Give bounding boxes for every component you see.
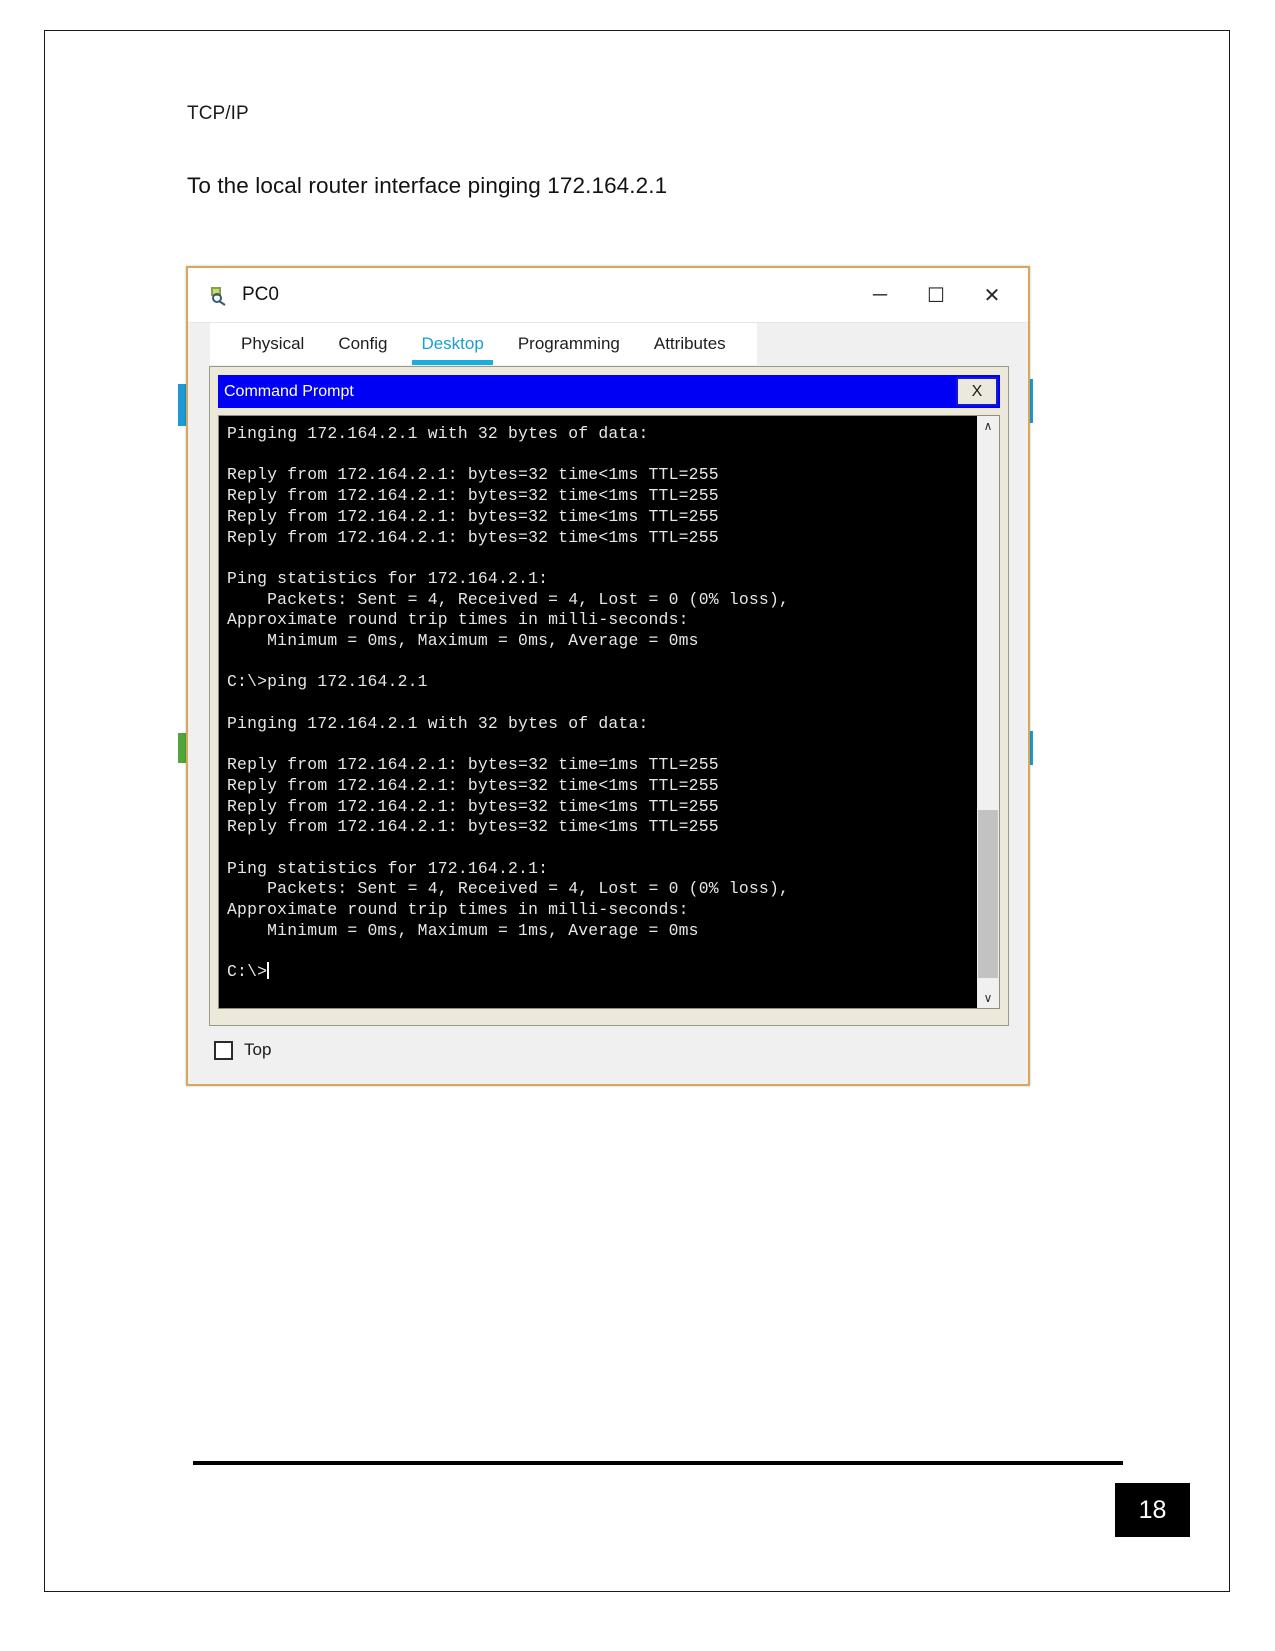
- tab-programming[interactable]: Programming: [501, 323, 637, 365]
- pc0-window-controls[interactable]: ─ ☐ ✕: [852, 268, 1020, 322]
- maximize-icon[interactable]: ☐: [908, 273, 964, 317]
- command-prompt-close-button[interactable]: X: [956, 377, 998, 406]
- command-prompt-titlebar[interactable]: Command Prompt X: [218, 375, 1000, 408]
- top-checkbox[interactable]: [214, 1040, 233, 1060]
- page-title: TCP/IP: [187, 103, 249, 124]
- scroll-up-icon[interactable]: ∧: [977, 416, 999, 436]
- pc0-titlebar[interactable]: PC0 ─ ☐ ✕: [188, 268, 1028, 323]
- pc0-title-text: PC0: [242, 284, 279, 305]
- command-prompt-panel[interactable]: Command Prompt X Pinging 172.164.2.1 wit…: [209, 366, 1009, 1026]
- command-prompt-title: Command Prompt: [224, 382, 354, 400]
- tab-config[interactable]: Config: [321, 323, 404, 365]
- page-number: 18: [1115, 1483, 1190, 1537]
- scrollbar-thumb[interactable]: [978, 810, 998, 978]
- console-text: Pinging 172.164.2.1 with 32 bytes of dat…: [227, 424, 790, 982]
- close-icon[interactable]: ✕: [964, 273, 1020, 317]
- pc0-window[interactable]: PC0 ─ ☐ ✕ Physical Config Desktop Progra…: [186, 266, 1030, 1086]
- console-scrollbar[interactable]: ∧ ∨: [976, 416, 999, 1008]
- pc0-tabbar[interactable]: Physical Config Desktop Programming Attr…: [188, 323, 1028, 365]
- footer-divider: [193, 1461, 1123, 1465]
- document-page: TCP/IP To the local router interface pin…: [44, 30, 1230, 1592]
- scroll-down-icon[interactable]: ∨: [977, 988, 999, 1008]
- top-checkbox-label: Top: [244, 1040, 272, 1059]
- top-checkbox-row[interactable]: Top: [214, 1040, 271, 1060]
- instruction-paragraph: To the local router interface pinging 17…: [187, 173, 668, 198]
- tab-attributes[interactable]: Attributes: [637, 323, 743, 365]
- tab-physical[interactable]: Physical: [224, 323, 321, 365]
- tab-desktop[interactable]: Desktop: [404, 323, 500, 365]
- console-area[interactable]: Pinging 172.164.2.1 with 32 bytes of dat…: [218, 415, 1000, 1009]
- packet-tracer-pc-icon: [208, 284, 230, 306]
- console-output[interactable]: Pinging 172.164.2.1 with 32 bytes of dat…: [219, 416, 976, 1008]
- minimize-icon[interactable]: ─: [852, 273, 908, 317]
- tab-strip[interactable]: Physical Config Desktop Programming Attr…: [210, 323, 757, 365]
- text-cursor: [267, 962, 270, 980]
